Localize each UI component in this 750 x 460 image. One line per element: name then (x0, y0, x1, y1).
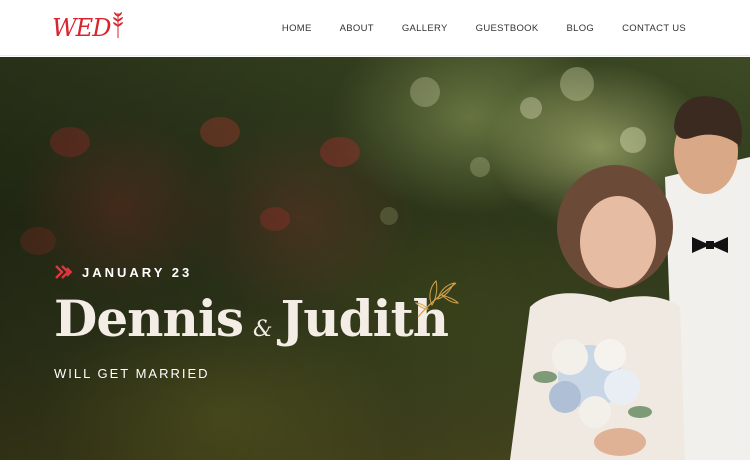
date-text: JANUARY 23 (82, 264, 193, 280)
tagline: WILL GET MARRIED (54, 366, 210, 381)
ampersand: & (253, 317, 273, 342)
wheat-leaf-icon (113, 12, 124, 38)
main-nav: HOME ABOUT GALLERY GUESTBOOK BLOG CONTAC… (282, 0, 686, 56)
couple-names: Dennis & Judith (54, 289, 449, 348)
chevron-arrows-icon (55, 265, 73, 279)
logo-text: WED (52, 14, 111, 42)
leaf-ornament-icon (414, 280, 460, 318)
nav-about[interactable]: ABOUT (340, 23, 374, 34)
nav-gallery[interactable]: GALLERY (402, 23, 448, 34)
hero-section: JANUARY 23 Dennis & Judith WILL GET MARR… (0, 57, 750, 460)
nav-guestbook[interactable]: GUESTBOOK (476, 23, 539, 34)
logo[interactable]: WED (52, 12, 125, 44)
site-header: WED HOME ABOUT GALLERY GUESTBOOK BLOG CO… (0, 0, 750, 56)
wedding-date: JANUARY 23 (54, 264, 192, 280)
name-one: Dennis (54, 289, 244, 348)
nav-contact-us[interactable]: CONTACT US (622, 23, 686, 34)
nav-blog[interactable]: BLOG (567, 23, 595, 34)
nav-home[interactable]: HOME (282, 23, 312, 34)
couple-photo (510, 96, 750, 460)
